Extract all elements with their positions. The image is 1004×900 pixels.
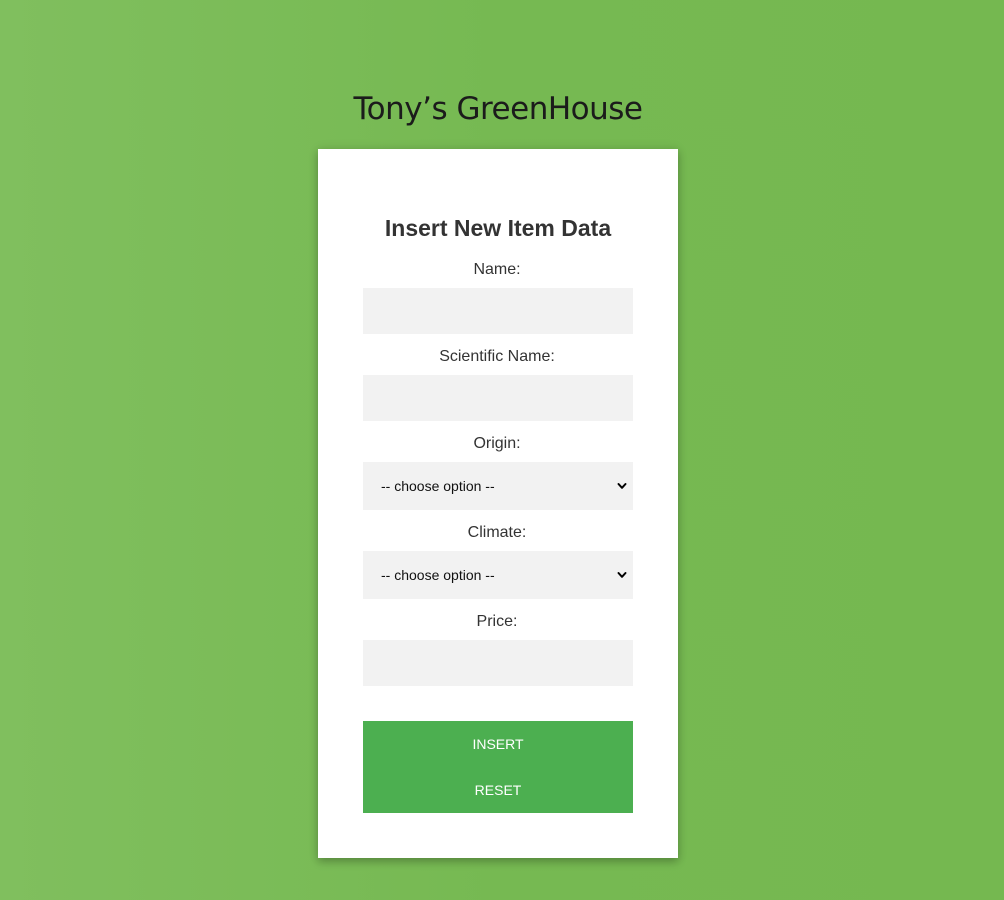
- form-title: Insert New Item Data: [384, 215, 612, 241]
- site-title: Tony’s GreenHouse: [353, 91, 643, 127]
- reset-button[interactable]: RESET: [363, 767, 633, 813]
- scientific-name-label: Scientific Name:: [439, 348, 555, 365]
- chevron-down-icon: [617, 483, 627, 489]
- scientific-name-input[interactable]: [363, 375, 633, 421]
- origin-label: Origin:: [473, 435, 521, 452]
- price-label: Price:: [476, 613, 518, 630]
- climate-select-value: -- choose option --: [381, 567, 495, 583]
- climate-select[interactable]: -- choose option --: [363, 551, 633, 599]
- insert-button[interactable]: INSERT: [363, 721, 633, 767]
- price-input[interactable]: [363, 640, 633, 686]
- insert-item-form: Insert New Item Data Name: Scientific Na…: [318, 149, 678, 858]
- climate-label: Climate:: [467, 524, 527, 541]
- chevron-down-icon: [617, 572, 627, 578]
- name-input[interactable]: [363, 288, 633, 334]
- name-label: Name:: [473, 261, 521, 278]
- origin-select[interactable]: -- choose option --: [363, 462, 633, 510]
- origin-select-value: -- choose option --: [381, 478, 495, 494]
